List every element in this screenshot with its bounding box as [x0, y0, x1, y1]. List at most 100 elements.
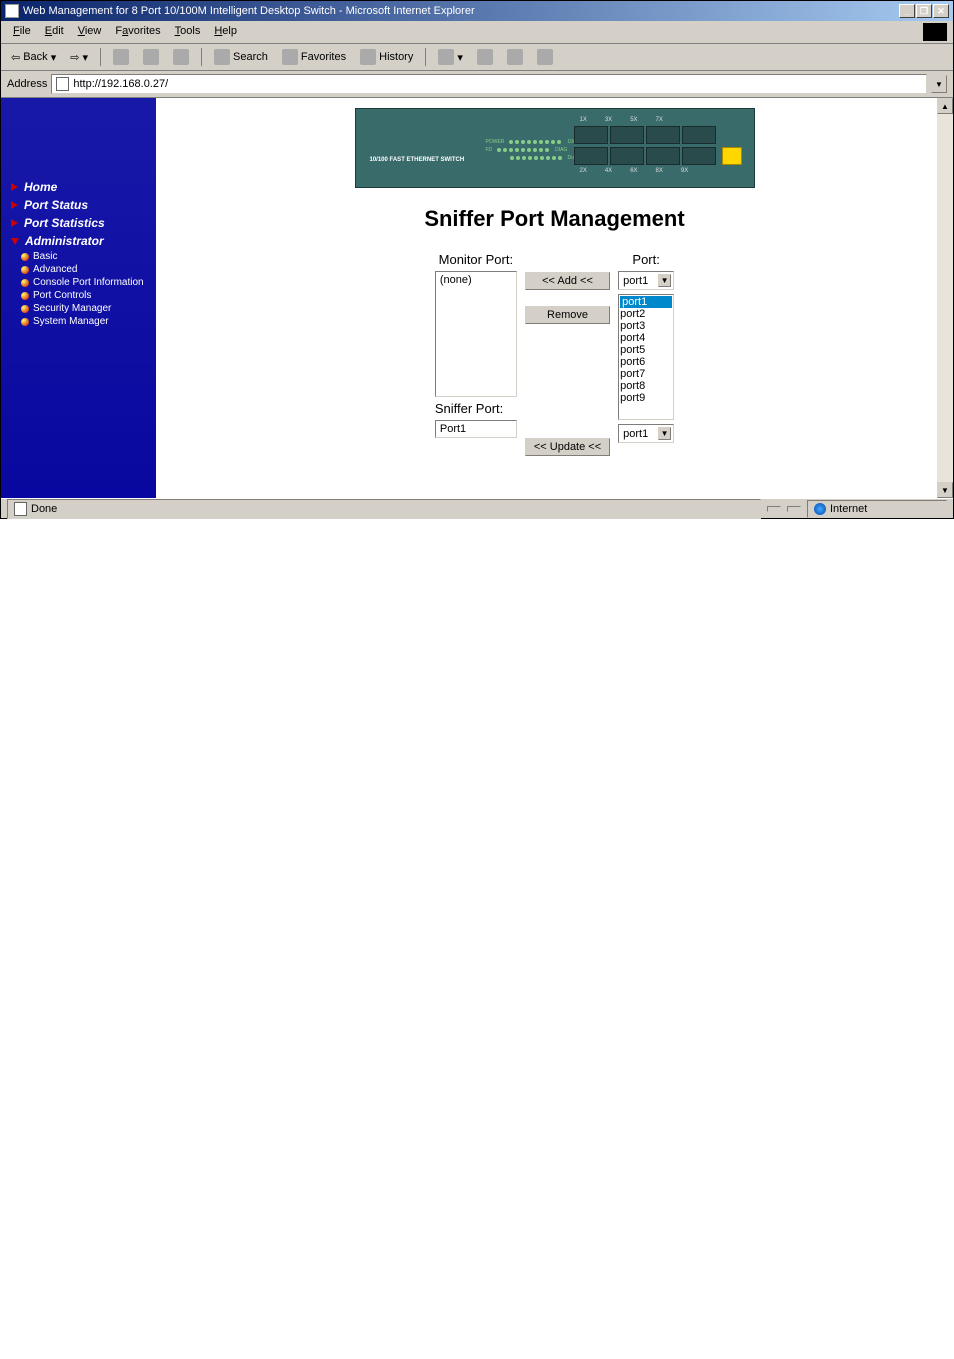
minimize-button[interactable]: _	[899, 4, 915, 18]
toolbar: ⇦ Back ▾ ⇨ ▾ Search Favorites History ▾	[1, 44, 953, 71]
address-dropdown-button[interactable]: ▼	[931, 75, 947, 93]
bullet-icon	[21, 266, 29, 274]
url-text: http://192.168.0.27/	[73, 78, 168, 90]
bullet-icon	[21, 279, 29, 287]
sub-basic[interactable]: Basic	[1, 250, 156, 263]
list-item[interactable]: port2	[620, 308, 672, 320]
print-button[interactable]	[473, 47, 497, 67]
sniffer-port-input[interactable]: Port1	[435, 420, 517, 438]
dropdown-icon: ▼	[658, 274, 671, 287]
port-label: Port:	[618, 252, 674, 267]
globe-icon	[814, 503, 826, 515]
nav-home[interactable]: Home	[1, 178, 156, 196]
list-item[interactable]: port8	[620, 380, 672, 392]
page-icon	[56, 77, 69, 91]
port-options-list[interactable]: port1 port2 port3 port4 port5 port6 port…	[618, 294, 674, 420]
search-button[interactable]: Search	[210, 47, 272, 67]
sidebar: Home Port Status Port Statistics Adminis…	[1, 98, 156, 498]
bullet-icon	[21, 292, 29, 300]
print-icon	[477, 49, 493, 65]
arrow-icon	[11, 219, 18, 227]
monitor-port-list[interactable]: (none)	[435, 271, 517, 397]
port-select[interactable]: port1▼	[618, 271, 674, 290]
list-item[interactable]: port7	[620, 368, 672, 380]
window-title: Web Management for 8 Port 10/100M Intell…	[23, 5, 899, 17]
bullet-icon	[21, 318, 29, 326]
nav-port-status[interactable]: Port Status	[1, 196, 156, 214]
menu-tools[interactable]: Tools	[169, 23, 207, 41]
list-item[interactable]: port1	[620, 296, 672, 308]
list-item[interactable]: port5	[620, 344, 672, 356]
nav-administrator[interactable]: Administrator	[1, 232, 156, 250]
refresh-button[interactable]	[139, 47, 163, 67]
stop-icon	[113, 49, 129, 65]
arrow-icon	[11, 183, 18, 191]
vertical-scrollbar[interactable]: ▲ ▼	[937, 98, 953, 498]
arrow-icon	[11, 201, 18, 209]
nav-port-statistics[interactable]: Port Statistics	[1, 214, 156, 232]
menubar: File Edit View Favorites Tools Help	[1, 21, 953, 44]
sub-port-controls[interactable]: Port Controls	[1, 289, 156, 302]
mail-icon	[438, 49, 454, 65]
back-button[interactable]: ⇦ Back ▾	[7, 49, 60, 66]
address-label: Address	[7, 78, 47, 90]
monitor-port-label: Monitor Port:	[435, 252, 517, 267]
status-pane	[767, 506, 781, 512]
address-input[interactable]: http://192.168.0.27/	[51, 74, 927, 94]
switch-model-text: 10/100 FAST ETHERNET SWITCH	[370, 157, 465, 163]
forward-button[interactable]: ⇨ ▾	[66, 49, 92, 66]
sub-security-manager[interactable]: Security Manager	[1, 302, 156, 315]
titlebar[interactable]: Web Management for 8 Port 10/100M Intell…	[1, 1, 953, 21]
list-item[interactable]: port6	[620, 356, 672, 368]
scroll-down-button[interactable]: ▼	[937, 482, 953, 498]
update-button[interactable]: << Update <<	[525, 438, 610, 456]
menu-file[interactable]: File	[7, 23, 37, 41]
mail-button[interactable]: ▾	[434, 47, 467, 67]
history-icon	[360, 49, 376, 65]
favorites-icon	[282, 49, 298, 65]
list-item[interactable]: port9	[620, 392, 672, 404]
add-button[interactable]: << Add <<	[525, 272, 610, 290]
discuss-button[interactable]	[533, 47, 557, 67]
content-area: Home Port Status Port Statistics Adminis…	[1, 98, 953, 498]
menu-help[interactable]: Help	[208, 23, 243, 41]
edit-icon	[507, 49, 523, 65]
scroll-up-button[interactable]: ▲	[937, 98, 953, 114]
ie-throbber-icon	[923, 23, 947, 41]
stop-button[interactable]	[109, 47, 133, 67]
address-bar: Address http://192.168.0.27/ ▼	[1, 71, 953, 98]
main-area: 10/100 FAST ETHERNET SWITCH POWER10/100 …	[156, 98, 953, 498]
scroll-track[interactable]	[937, 114, 953, 482]
status-pane	[787, 506, 801, 512]
page-icon	[14, 502, 27, 516]
history-button[interactable]: History	[356, 47, 417, 67]
bullet-icon	[21, 253, 29, 261]
discuss-icon	[537, 49, 553, 65]
menu-favorites[interactable]: Favorites	[109, 23, 166, 41]
favorites-button[interactable]: Favorites	[278, 47, 350, 67]
home-button[interactable]	[169, 47, 193, 67]
home-icon	[173, 49, 189, 65]
edit-button[interactable]	[503, 47, 527, 67]
menu-view[interactable]: View	[72, 23, 108, 41]
sub-system-manager[interactable]: System Manager	[1, 315, 156, 328]
remove-button[interactable]: Remove	[525, 306, 610, 324]
menu-edit[interactable]: Edit	[39, 23, 70, 41]
update-port-select[interactable]: port1▼	[618, 424, 674, 443]
list-item[interactable]: port4	[620, 332, 672, 344]
sniffer-port-label: Sniffer Port:	[435, 401, 517, 416]
security-zone: Internet	[807, 500, 947, 518]
status-text: Done	[7, 499, 761, 519]
sub-advanced[interactable]: Advanced	[1, 263, 156, 276]
page-title: Sniffer Port Management	[156, 206, 953, 232]
dropdown-icon: ▼	[658, 427, 671, 440]
arrow-down-icon	[11, 238, 19, 245]
close-button[interactable]: ✕	[933, 4, 949, 18]
switch-illustration: 10/100 FAST ETHERNET SWITCH POWER10/100 …	[355, 108, 755, 188]
refresh-icon	[143, 49, 159, 65]
sub-console-port-info[interactable]: Console Port Information	[1, 276, 156, 289]
list-item[interactable]: port3	[620, 320, 672, 332]
bullet-icon	[21, 305, 29, 313]
maximize-button[interactable]: ❐	[916, 4, 932, 18]
ie-icon	[5, 4, 19, 18]
